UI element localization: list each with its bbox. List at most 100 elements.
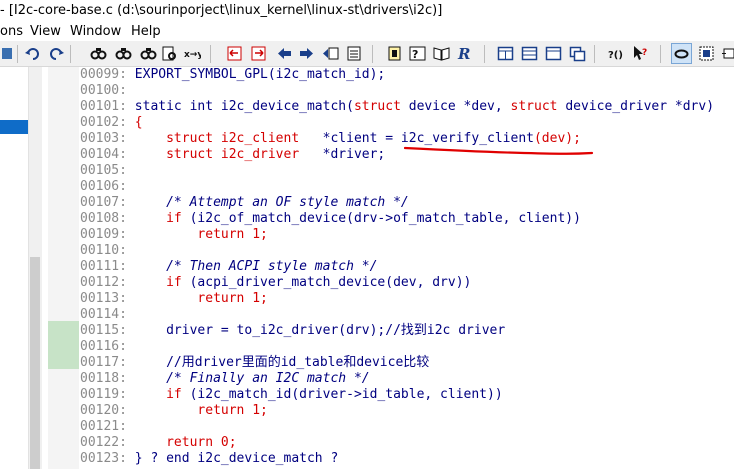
pressed-toggle-icon[interactable] (673, 45, 690, 62)
line-number: 00123: (80, 451, 127, 466)
pointer-help-icon[interactable]: ? (632, 45, 649, 62)
menu-help[interactable]: Help (131, 24, 161, 39)
code-token: return 0; (134, 435, 237, 450)
line-number: 00110: (80, 243, 127, 258)
line-number: 00105: (80, 163, 127, 178)
undo-icon[interactable] (24, 45, 41, 62)
toolbar-separator (484, 45, 485, 63)
replace-icon[interactable]: x→y (184, 45, 201, 62)
code-token: struct (510, 99, 566, 114)
code-line[interactable]: 00119: if (i2c_match_id(driver->id_table… (80, 387, 503, 403)
line-number: 00116: (80, 339, 127, 354)
info-icon[interactable]: ? (409, 45, 426, 62)
toolbar-left-icon[interactable] (0, 45, 17, 62)
code-token: i2c_device_match (220, 99, 347, 114)
find-in-files-icon[interactable] (161, 45, 178, 62)
code-line[interactable]: 00123: } ? end i2c_device_match ? (80, 451, 338, 467)
menu-options[interactable]: ons (0, 24, 23, 39)
code-line[interactable]: 00120: return 1; (80, 403, 268, 419)
code-token: return 1; (134, 403, 268, 418)
line-number: 00115: (80, 323, 127, 338)
code-line[interactable]: 00106: (80, 179, 135, 195)
line-number: 00120: (80, 403, 127, 418)
symbol-panel[interactable] (0, 67, 42, 469)
svg-text:?: ? (412, 48, 418, 61)
context-help-icon[interactable]: ?() (608, 45, 625, 62)
line-number: 00106: (80, 179, 127, 194)
code-token: struct (353, 99, 409, 114)
code-line[interactable]: 00118: /* Finally an I2C match */ (80, 371, 370, 387)
code-token: { (134, 115, 143, 130)
code-line[interactable]: 00113: return 1; (80, 291, 268, 307)
code-token: EXPORT_SYMBOL_GPL(i2c_match_id); (134, 67, 386, 82)
relation-icon[interactable]: R (457, 45, 474, 62)
line-number: 00100: (80, 83, 127, 98)
toolbar-separator (594, 45, 595, 63)
code-token: /* Attempt an OF style match */ (134, 195, 409, 210)
bookmark-next-icon[interactable] (250, 45, 267, 62)
code-line[interactable]: 00108: if (i2c_of_match_device(drv->of_m… (80, 211, 581, 227)
symbol-panel-scroll-thumb[interactable] (30, 257, 40, 469)
line-number: 00113: (80, 291, 127, 306)
code-token: return 1; (134, 291, 268, 306)
line-number: 00114: (80, 307, 127, 322)
code-editor[interactable]: 00099: EXPORT_SYMBOL_GPL(i2c_match_id); 0… (80, 67, 734, 469)
code-line[interactable]: 00105: (80, 163, 135, 179)
redo-icon[interactable] (48, 45, 65, 62)
code-line[interactable]: 00099: EXPORT_SYMBOL_GPL(i2c_match_id); (80, 67, 385, 83)
toolbar-separator (372, 45, 373, 63)
code-token: device (408, 99, 464, 114)
code-line[interactable]: 00121: (80, 419, 135, 435)
line-number: 00107: (80, 195, 127, 210)
menu-window[interactable]: Window (70, 24, 121, 39)
svg-text:R: R (457, 45, 470, 62)
symbol-window-icon[interactable] (345, 45, 362, 62)
layout2-icon[interactable] (521, 45, 538, 62)
code-token: /* Finally an I2C match */ (134, 371, 370, 386)
toolbar: x→y ? R ?() ? (0, 41, 734, 67)
layout1-icon[interactable] (497, 45, 514, 62)
code-line[interactable]: 00111: /* Then ACPI style match */ (80, 259, 377, 275)
window-icon[interactable] (698, 45, 715, 62)
find-next-icon[interactable] (115, 45, 132, 62)
back-arrow-icon[interactable] (276, 45, 293, 62)
toolbar-separator (70, 45, 71, 63)
more-icon[interactable] (722, 45, 734, 62)
code-line[interactable]: 00109: return 1; (80, 227, 268, 243)
layout3-icon[interactable] (545, 45, 562, 62)
code-line[interactable]: 00114: (80, 307, 135, 323)
line-number: 00102: (80, 115, 127, 130)
editor-gutter[interactable] (48, 67, 79, 469)
code-line[interactable]: 00102: { (80, 115, 143, 131)
code-line[interactable]: 00112: if (acpi_driver_match_device(dev,… (80, 275, 471, 291)
menu-view[interactable]: View (30, 24, 61, 39)
code-token: driver = to_i2c_driver(drv);//找到i2c driv… (134, 323, 506, 338)
project-icon[interactable] (386, 45, 403, 62)
code-line[interactable]: 00101: static int i2c_device_match(struc… (80, 99, 714, 115)
jump-icon[interactable] (322, 45, 339, 62)
code-line[interactable]: 00117: //用driver里面的id_table和device比较 (80, 355, 429, 371)
line-number: 00112: (80, 275, 127, 290)
code-line[interactable]: 00115: driver = to_i2c_driver(drv);//找到i… (80, 323, 505, 339)
code-token: /* Then ACPI style match */ (134, 259, 378, 274)
code-line[interactable]: 00116: (80, 339, 135, 355)
code-token: static int (134, 99, 221, 114)
code-line[interactable]: 00110: (80, 243, 135, 259)
layout4-icon[interactable] (569, 45, 586, 62)
code-token: *dev, (463, 99, 511, 114)
find-icon[interactable] (90, 45, 107, 62)
bookmark-prev-icon[interactable] (226, 45, 243, 62)
line-number: 00104: (80, 147, 127, 162)
find-prev-icon[interactable] (140, 45, 157, 62)
code-line[interactable]: 00100: (80, 83, 135, 99)
code-line[interactable]: 00122: return 0; (80, 435, 237, 451)
book-icon[interactable] (433, 45, 450, 62)
code-line[interactable]: 00104: struct i2c_driver *driver; (80, 147, 385, 163)
forward-arrow-icon[interactable] (298, 45, 315, 62)
code-token: device_driver (565, 99, 675, 114)
svg-text:x→y: x→y (184, 50, 201, 60)
code-token: *drv) (674, 99, 715, 114)
title-bar: - [I2c-core-base.c (d:\sourinporject\lin… (0, 0, 734, 23)
code-token: ( (346, 99, 354, 114)
code-line[interactable]: 00107: /* Attempt an OF style match */ (80, 195, 409, 211)
